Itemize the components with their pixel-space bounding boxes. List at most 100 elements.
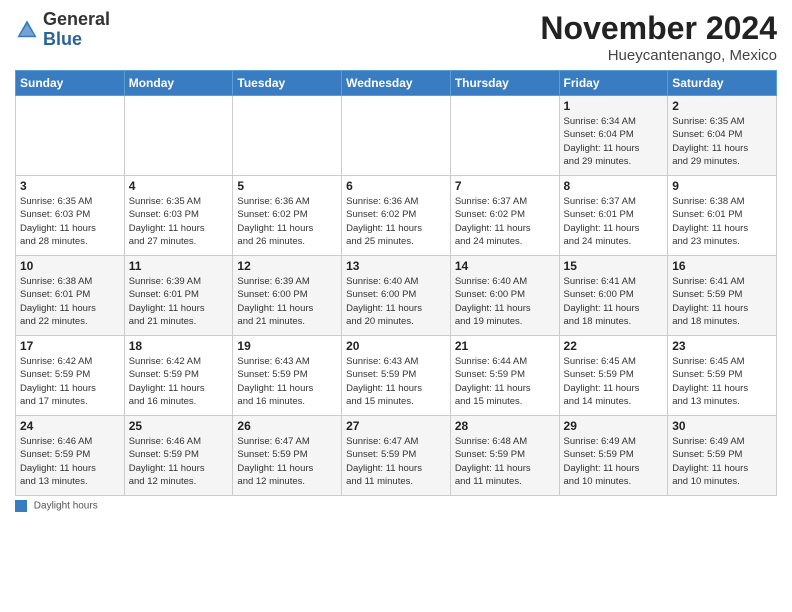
day-number: 19 xyxy=(237,339,337,353)
day-info: Sunrise: 6:42 AM Sunset: 5:59 PM Dayligh… xyxy=(129,355,229,408)
day-info: Sunrise: 6:43 AM Sunset: 5:59 PM Dayligh… xyxy=(346,355,446,408)
title-block: November 2024 Hueycantenango, Mexico xyxy=(540,10,777,64)
calendar-cell: 21 Sunrise: 6:44 AM Sunset: 5:59 PM Dayli… xyxy=(450,336,559,416)
day-number: 10 xyxy=(20,259,120,273)
day-number: 4 xyxy=(129,179,229,193)
weekday-header-row: SundayMondayTuesdayWednesdayThursdayFrid… xyxy=(16,71,777,96)
day-info: Sunrise: 6:35 AM Sunset: 6:04 PM Dayligh… xyxy=(672,115,772,168)
weekday-header-thursday: Thursday xyxy=(450,71,559,96)
legend: Daylight hours xyxy=(15,500,777,512)
day-number: 6 xyxy=(346,179,446,193)
day-number: 16 xyxy=(672,259,772,273)
calendar-cell: 22 Sunrise: 6:45 AM Sunset: 5:59 PM Dayli… xyxy=(559,336,668,416)
weekday-header-saturday: Saturday xyxy=(668,71,777,96)
day-info: Sunrise: 6:39 AM Sunset: 6:00 PM Dayligh… xyxy=(237,275,337,328)
day-info: Sunrise: 6:43 AM Sunset: 5:59 PM Dayligh… xyxy=(237,355,337,408)
calendar-cell xyxy=(124,96,233,176)
day-info: Sunrise: 6:35 AM Sunset: 6:03 PM Dayligh… xyxy=(129,195,229,248)
day-number: 30 xyxy=(672,419,772,433)
day-number: 27 xyxy=(346,419,446,433)
calendar-cell: 6 Sunrise: 6:36 AM Sunset: 6:02 PM Daylig… xyxy=(342,176,451,256)
calendar-cell xyxy=(16,96,125,176)
calendar-cell: 14Sunrise: 6:40 AM Sunset: 6:00 PM Dayli… xyxy=(450,256,559,336)
day-number: 28 xyxy=(455,419,555,433)
day-info: Sunrise: 6:41 AM Sunset: 5:59 PM Dayligh… xyxy=(672,275,772,328)
weekday-header-friday: Friday xyxy=(559,71,668,96)
day-number: 26 xyxy=(237,419,337,433)
calendar-cell xyxy=(450,96,559,176)
day-info: Sunrise: 6:49 AM Sunset: 5:59 PM Dayligh… xyxy=(672,435,772,488)
day-number: 8 xyxy=(564,179,664,193)
calendar-cell: 24 Sunrise: 6:46 AM Sunset: 5:59 PM Dayli… xyxy=(16,416,125,496)
day-number: 23 xyxy=(672,339,772,353)
calendar-cell: 5 Sunrise: 6:36 AM Sunset: 6:02 PM Daylig… xyxy=(233,176,342,256)
weekday-header-monday: Monday xyxy=(124,71,233,96)
day-info: Sunrise: 6:41 AM Sunset: 6:00 PM Dayligh… xyxy=(564,275,664,328)
calendar-cell: 3 Sunrise: 6:35 AM Sunset: 6:03 PM Daylig… xyxy=(16,176,125,256)
day-info: Sunrise: 6:34 AM Sunset: 6:04 PM Dayligh… xyxy=(564,115,664,168)
legend-label: Daylight hours xyxy=(34,501,98,512)
day-info: Sunrise: 6:38 AM Sunset: 6:01 PM Dayligh… xyxy=(20,275,120,328)
calendar-cell: 15 Sunrise: 6:41 AM Sunset: 6:00 PM Dayli… xyxy=(559,256,668,336)
day-info: Sunrise: 6:37 AM Sunset: 6:02 PM Dayligh… xyxy=(455,195,555,248)
day-number: 21 xyxy=(455,339,555,353)
week-row-2: 3 Sunrise: 6:35 AM Sunset: 6:03 PM Daylig… xyxy=(16,176,777,256)
day-info: Sunrise: 6:44 AM Sunset: 5:59 PM Dayligh… xyxy=(455,355,555,408)
week-row-4: 17 Sunrise: 6:42 AM Sunset: 5:59 PM Dayli… xyxy=(16,336,777,416)
day-info: Sunrise: 6:36 AM Sunset: 6:02 PM Dayligh… xyxy=(237,195,337,248)
calendar-cell: 13Sunrise: 6:40 AM Sunset: 6:00 PM Dayli… xyxy=(342,256,451,336)
calendar-cell: 2Sunrise: 6:35 AM Sunset: 6:04 PM Daylig… xyxy=(668,96,777,176)
calendar-cell: 11Sunrise: 6:39 AM Sunset: 6:01 PM Dayli… xyxy=(124,256,233,336)
legend-color-swatch xyxy=(15,500,27,512)
day-info: Sunrise: 6:45 AM Sunset: 5:59 PM Dayligh… xyxy=(564,355,664,408)
day-info: Sunrise: 6:46 AM Sunset: 5:59 PM Dayligh… xyxy=(20,435,120,488)
calendar-cell: 17 Sunrise: 6:42 AM Sunset: 5:59 PM Dayli… xyxy=(16,336,125,416)
day-number: 15 xyxy=(564,259,664,273)
header: General Blue November 2024 Hueycantenang… xyxy=(15,10,777,64)
day-number: 1 xyxy=(564,99,664,113)
day-info: Sunrise: 6:37 AM Sunset: 6:01 PM Dayligh… xyxy=(564,195,664,248)
calendar-cell: 18 Sunrise: 6:42 AM Sunset: 5:59 PM Dayli… xyxy=(124,336,233,416)
day-info: Sunrise: 6:38 AM Sunset: 6:01 PM Dayligh… xyxy=(672,195,772,248)
day-info: Sunrise: 6:47 AM Sunset: 5:59 PM Dayligh… xyxy=(346,435,446,488)
weekday-header-wednesday: Wednesday xyxy=(342,71,451,96)
weekday-header-sunday: Sunday xyxy=(16,71,125,96)
day-number: 20 xyxy=(346,339,446,353)
day-number: 25 xyxy=(129,419,229,433)
page-container: General Blue November 2024 Hueycantenang… xyxy=(0,0,792,522)
day-info: Sunrise: 6:49 AM Sunset: 5:59 PM Dayligh… xyxy=(564,435,664,488)
day-number: 24 xyxy=(20,419,120,433)
calendar-cell: 30 Sunrise: 6:49 AM Sunset: 5:59 PM Dayli… xyxy=(668,416,777,496)
month-title: November 2024 xyxy=(540,10,777,47)
day-number: 7 xyxy=(455,179,555,193)
calendar-cell: 12Sunrise: 6:39 AM Sunset: 6:00 PM Dayli… xyxy=(233,256,342,336)
day-info: Sunrise: 6:45 AM Sunset: 5:59 PM Dayligh… xyxy=(672,355,772,408)
day-number: 3 xyxy=(20,179,120,193)
day-number: 18 xyxy=(129,339,229,353)
day-info: Sunrise: 6:35 AM Sunset: 6:03 PM Dayligh… xyxy=(20,195,120,248)
weekday-header-tuesday: Tuesday xyxy=(233,71,342,96)
day-number: 22 xyxy=(564,339,664,353)
day-info: Sunrise: 6:42 AM Sunset: 5:59 PM Dayligh… xyxy=(20,355,120,408)
day-number: 13 xyxy=(346,259,446,273)
day-number: 9 xyxy=(672,179,772,193)
day-number: 17 xyxy=(20,339,120,353)
day-info: Sunrise: 6:36 AM Sunset: 6:02 PM Dayligh… xyxy=(346,195,446,248)
day-info: Sunrise: 6:48 AM Sunset: 5:59 PM Dayligh… xyxy=(455,435,555,488)
calendar-cell: 8 Sunrise: 6:37 AM Sunset: 6:01 PM Daylig… xyxy=(559,176,668,256)
day-info: Sunrise: 6:46 AM Sunset: 5:59 PM Dayligh… xyxy=(129,435,229,488)
calendar-cell: 20 Sunrise: 6:43 AM Sunset: 5:59 PM Dayli… xyxy=(342,336,451,416)
calendar-cell: 1 Sunrise: 6:34 AM Sunset: 6:04 PM Daylig… xyxy=(559,96,668,176)
calendar-cell xyxy=(233,96,342,176)
calendar-cell: 9 Sunrise: 6:38 AM Sunset: 6:01 PM Daylig… xyxy=(668,176,777,256)
logo-general-text: General xyxy=(43,9,110,29)
day-number: 14 xyxy=(455,259,555,273)
week-row-1: 1 Sunrise: 6:34 AM Sunset: 6:04 PM Daylig… xyxy=(16,96,777,176)
day-number: 5 xyxy=(237,179,337,193)
calendar-cell: 7 Sunrise: 6:37 AM Sunset: 6:02 PM Daylig… xyxy=(450,176,559,256)
week-row-5: 24 Sunrise: 6:46 AM Sunset: 5:59 PM Dayli… xyxy=(16,416,777,496)
calendar-cell: 10 Sunrise: 6:38 AM Sunset: 6:01 PM Dayli… xyxy=(16,256,125,336)
logo-blue-text: Blue xyxy=(43,29,82,49)
calendar-cell: 29 Sunrise: 6:49 AM Sunset: 5:59 PM Dayli… xyxy=(559,416,668,496)
day-number: 29 xyxy=(564,419,664,433)
